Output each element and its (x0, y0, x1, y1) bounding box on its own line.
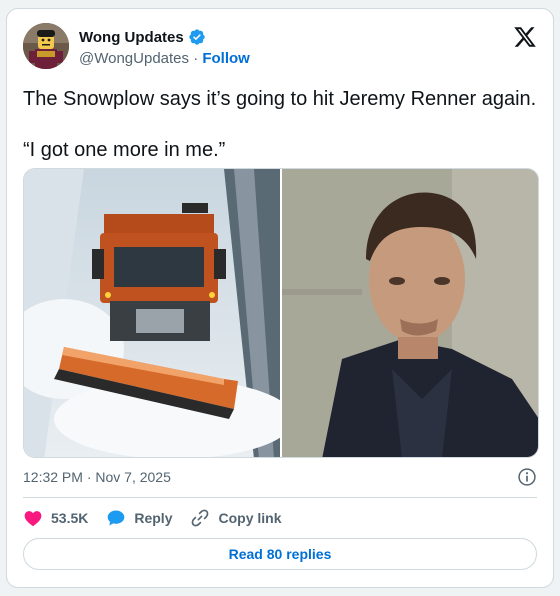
like-count: 53.5K (51, 510, 89, 526)
tweet-header: Wong Updates @WongUpdates · Follow (23, 23, 537, 71)
handle-row: @WongUpdates · Follow (79, 50, 250, 70)
portrait-image-icon (282, 169, 538, 457)
x-logo-icon[interactable] (513, 25, 537, 49)
tweet-line-1: The Snowplow says it’s going to hit Jere… (23, 88, 537, 110)
snowplow-photo[interactable] (24, 169, 280, 457)
snowplow-image-icon (24, 169, 280, 457)
link-icon (192, 509, 209, 527)
handle[interactable]: @WongUpdates (79, 50, 189, 67)
jeremy-renner-photo[interactable] (282, 169, 538, 457)
like-button[interactable]: 53.5K (23, 508, 88, 528)
reply-bubble-icon (108, 510, 125, 526)
copy-link-label: Copy link (218, 510, 282, 526)
action-bar: 53.5K Reply Copy link (23, 505, 537, 531)
reply-button[interactable]: Reply (106, 508, 172, 528)
tweet-card: Wong Updates @WongUpdates · Follow The S… (6, 8, 554, 588)
avatar[interactable] (23, 23, 69, 69)
timestamp[interactable]: 12:32 PM · Nov 7, 2025 (23, 469, 171, 485)
heart-icon (24, 511, 42, 526)
separator-dot: · (193, 50, 199, 67)
read-replies-button[interactable]: Read 80 replies (23, 538, 537, 570)
display-name[interactable]: Wong Updates (79, 29, 184, 46)
reply-label: Reply (134, 510, 173, 526)
lego-figure-avatar-icon (23, 23, 69, 69)
verified-badge-icon (189, 29, 205, 45)
media-grid (23, 168, 539, 458)
author-names: Wong Updates @WongUpdates · Follow (79, 27, 250, 70)
timestamp-row: 12:32 PM · Nov 7, 2025 (23, 467, 537, 487)
divider (23, 497, 537, 498)
copy-link-button[interactable]: Copy link (190, 508, 282, 528)
tweet-line-2: “I got one more in me.” (23, 139, 226, 161)
info-icon[interactable] (517, 467, 537, 487)
follow-button[interactable]: Follow (202, 50, 250, 67)
